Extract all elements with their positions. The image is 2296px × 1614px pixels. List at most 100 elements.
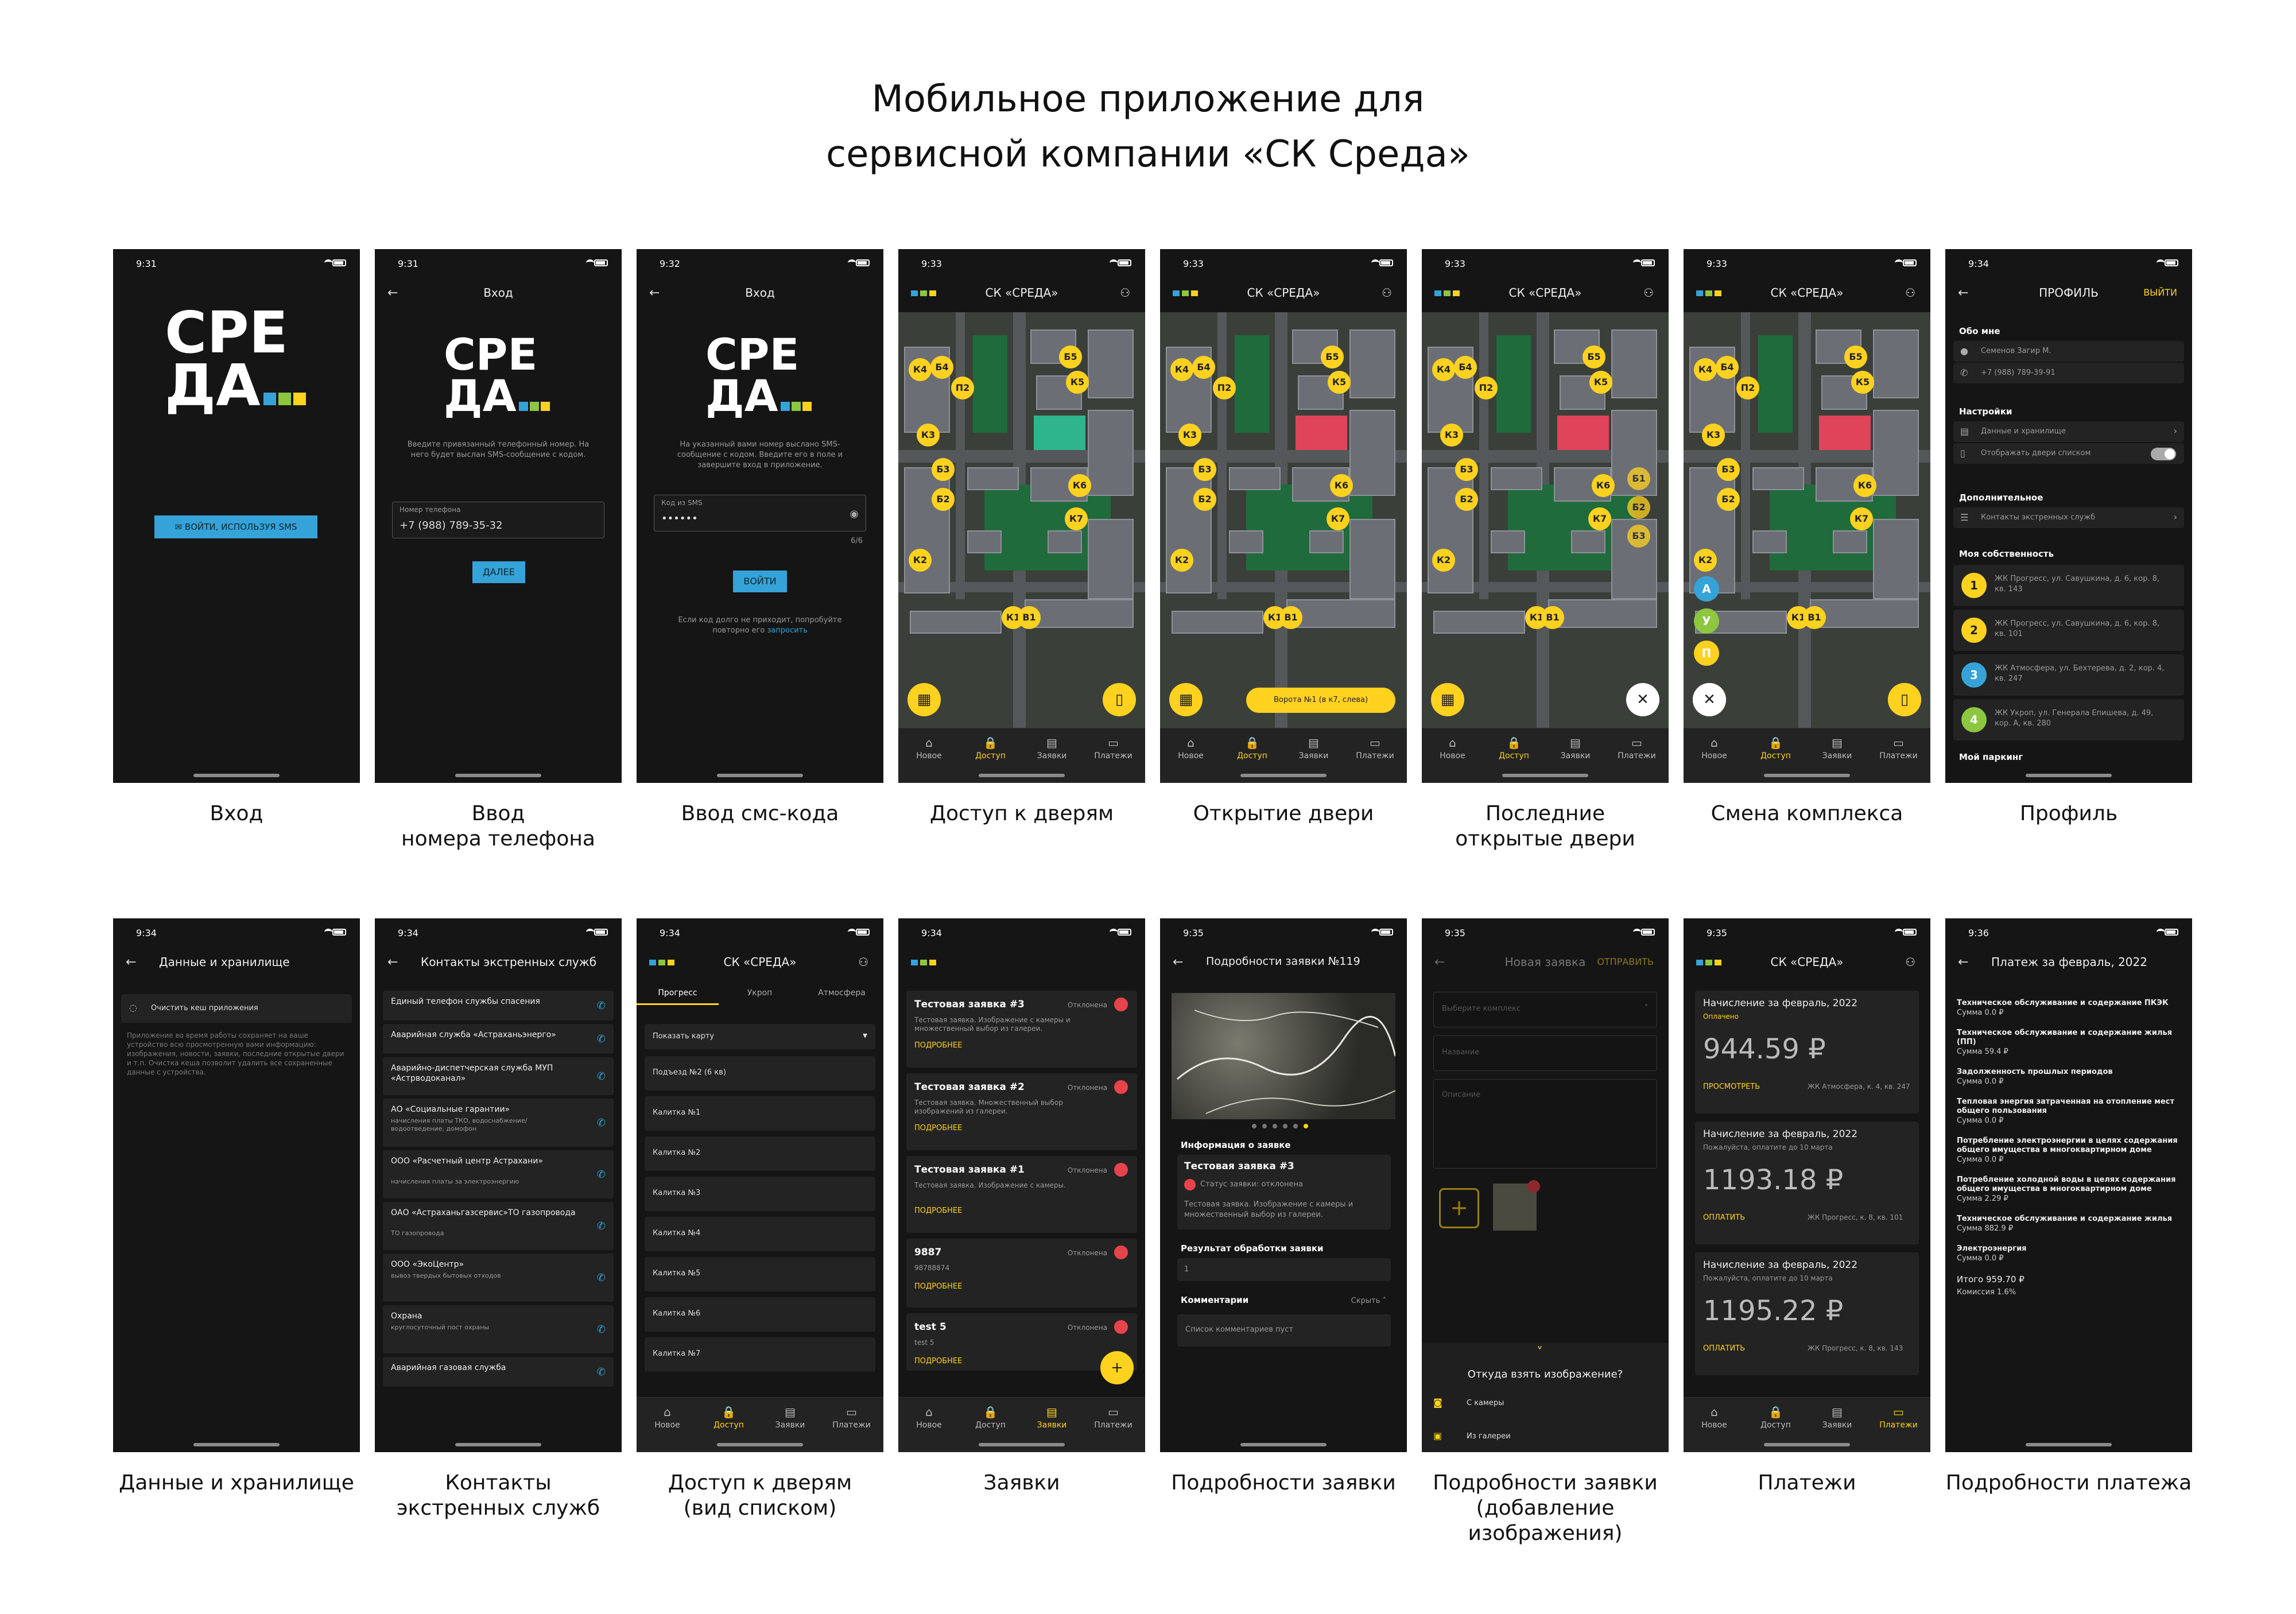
title-input[interactable]: Название [1433, 1035, 1657, 1071]
map-pin-К5[interactable]: К5 [1328, 371, 1351, 394]
add-photo-icon[interactable]: + [1439, 1188, 1479, 1228]
tab-0[interactable]: ⌂ Новое [637, 1405, 698, 1430]
eye-icon[interactable]: ◉ [850, 508, 859, 520]
phone-icon[interactable]: ✆ [597, 1033, 606, 1045]
aerial-map[interactable]: К4 Б4 П2 Б5 К5 К3 Б3 Б2 К6 К7 К2 К1 В1 [1684, 312, 1930, 730]
doors-list-toggle-row[interactable]: ▯ Отображать двери списком [1953, 443, 2184, 464]
sms-login-button[interactable]: ✉ ВОЙТИ, ИСПОЛЬЗУЯ SMS [154, 515, 317, 538]
user-pin-icon[interactable]: ⚇ [1905, 286, 1915, 300]
map-pin-К2[interactable]: К2 [1170, 549, 1193, 572]
request-card[interactable]: Тестовая заявка #2 Отклонена Тестовая заяв… [906, 1073, 1137, 1150]
more-link[interactable]: ПОДРОБНЕЕ [914, 1206, 962, 1215]
tab-2[interactable]: ▤ Заявки [759, 1405, 821, 1430]
map-pin-Б3[interactable]: Б3 [932, 458, 955, 481]
phone-icon[interactable]: ✆ [597, 1070, 606, 1083]
complex-option[interactable]: У [1694, 608, 1719, 634]
map-pin-Б4[interactable]: Б4 [930, 356, 953, 379]
door-item[interactable]: Калитка №3 [645, 1177, 875, 1211]
map-pin-Б3[interactable]: Б3 [1455, 458, 1478, 481]
property-item[interactable]: 3 ЖК Атмосфера, ул. Бехтерева, д. 2, кор.… [1953, 654, 2184, 696]
emergency-contacts-row[interactable]: ☰ Контакты экстренных служб › [1953, 507, 2184, 528]
contact-item[interactable]: Аварийная газовая служба ✆ [383, 1357, 614, 1387]
hide-comments-toggle[interactable]: Скрыть ˄ [1351, 1296, 1386, 1306]
door-item[interactable]: Калитка №2 [645, 1136, 875, 1171]
payment-action-button[interactable]: ОПЛАТИТЬ [1703, 1344, 1745, 1353]
more-link[interactable]: ПОДРОБНЕЕ [914, 1124, 962, 1132]
tab-0[interactable]: ⌂ Новое [1422, 735, 1483, 761]
map-pin-К3[interactable]: К3 [1440, 424, 1463, 447]
close-icon[interactable]: ✕ [1626, 683, 1659, 716]
payment-card[interactable]: Начисление за февраль, 2022 Оплачено 944.5… [1695, 991, 1919, 1113]
map-pin-К7[interactable]: К7 [1327, 507, 1349, 530]
map-pin-Б3[interactable]: Б3 [1193, 458, 1216, 481]
map-pin-Б2[interactable]: Б2 [1717, 488, 1740, 511]
contact-item[interactable]: АО «Социальные гарантии» начисления платы… [383, 1099, 614, 1147]
property-item[interactable]: 4 ЖК Укроп, ул. Генерала Епишева, д. 49, … [1953, 699, 2184, 740]
tab-3[interactable]: ▭ Платежи [1606, 735, 1667, 761]
map-pin-В1[interactable]: В1 [1018, 606, 1041, 629]
tab-1[interactable]: 🔒 Доступ [1483, 735, 1545, 761]
request-card[interactable]: Тестовая заявка #1 Отклонена Тестовая заяв… [906, 1156, 1137, 1233]
door-item[interactable]: Подъезд №2 (6 кв) [645, 1056, 875, 1091]
map-pin-К5[interactable]: К5 [1851, 371, 1874, 394]
map-pin-Б5[interactable]: Б5 [1844, 346, 1867, 368]
gate-chip[interactable]: Ворота №1 (в к7, слева) [1246, 688, 1395, 713]
map-pin-В1[interactable]: В1 [1541, 606, 1564, 629]
contact-item[interactable]: ООО «Расчетный центр Астрахани» начислени… [383, 1150, 614, 1198]
map-pin-К2[interactable]: К2 [1432, 549, 1455, 572]
contact-item[interactable]: Аварийно-диспетчерская служба МУП «Астрв… [383, 1057, 614, 1095]
map-pin-К7[interactable]: К7 [1588, 507, 1611, 530]
contact-item[interactable]: Аварийная служба «Астраханьэнерго» ✆ [383, 1024, 614, 1054]
map-pin-Б5[interactable]: Б5 [1583, 346, 1605, 368]
payment-card[interactable]: Начисление за февраль, 2022 Пожалуйста, о… [1695, 1252, 1919, 1375]
phone-icon[interactable]: ✆ [597, 1169, 606, 1181]
tab-2[interactable]: ▤ Заявки [1806, 735, 1868, 761]
phone-icon[interactable]: ✆ [597, 1117, 606, 1129]
tab-0[interactable]: ⌂ Новое [898, 735, 960, 761]
tab-1[interactable]: 🔒 Доступ [960, 1405, 1021, 1430]
request-card[interactable]: Тестовая заявка #3 Отклонена Тестовая заяв… [906, 991, 1137, 1068]
back-arrow-icon[interactable]: ← [387, 955, 398, 969]
map-pin-П2[interactable]: П2 [1736, 377, 1759, 399]
user-pin-icon[interactable]: ⚇ [1905, 955, 1915, 969]
map-pin-К6[interactable]: К6 [1853, 474, 1876, 497]
map-pin-К6[interactable]: К6 [1592, 474, 1615, 497]
complex-option[interactable]: П [1694, 641, 1719, 666]
send-button[interactable]: ОТПРАВИТЬ [1597, 956, 1654, 967]
tab-2[interactable]: ▤ Заявки [1806, 1405, 1868, 1430]
map-pin-Б5[interactable]: Б5 [1059, 346, 1082, 368]
map-pin-К3[interactable]: К3 [1702, 424, 1725, 447]
back-arrow-icon[interactable]: ← [1173, 955, 1183, 969]
data-storage-row[interactable]: ▤ Данные и хранилище › [1953, 421, 2184, 442]
map-pin-К3[interactable]: К3 [1178, 424, 1201, 447]
contact-item[interactable]: Единый телефон службы спасения ✆ [383, 991, 614, 1021]
map-pin-Б5[interactable]: Б5 [1321, 346, 1344, 368]
more-link[interactable]: ПОДРОБНЕЕ [914, 1282, 962, 1291]
building-icon[interactable]: ▦ [907, 683, 941, 716]
aerial-map[interactable]: К4 Б4 П2 Б5 К5 К3 Б3 Б2 К6 К7 К2 К1 В1 [1160, 312, 1407, 730]
map-pin-Б3[interactable]: Б3 [1717, 458, 1740, 481]
tab-2[interactable]: ▤ Заявки [1021, 1405, 1083, 1430]
phone-field[interactable]: Номер телефона +7 (988) 789-35-32 [392, 502, 604, 538]
phone-icon[interactable]: ✆ [597, 1366, 606, 1378]
map-pin-П2[interactable]: П2 [1475, 377, 1498, 399]
tab-0[interactable]: ⌂ Новое [1160, 735, 1221, 761]
contact-item[interactable]: ОАО «Астраханьгазсервис»ТО газопровода ТО… [383, 1202, 614, 1250]
tab-0[interactable]: ⌂ Новое [1684, 735, 1745, 761]
map-pin-К4[interactable]: К4 [1694, 358, 1717, 381]
user-pin-icon[interactable]: ⚇ [858, 955, 868, 969]
tab-1[interactable]: 🔒 Доступ [1221, 735, 1283, 761]
tab-1[interactable]: 🔒 Доступ [1745, 1405, 1806, 1430]
map-pin-Б2[interactable]: Б2 [1455, 488, 1478, 511]
map-pin-К6[interactable]: К6 [1068, 474, 1091, 497]
phone-icon[interactable]: ✆ [597, 1272, 606, 1284]
map-pin-Б4[interactable]: Б4 [1454, 356, 1477, 379]
contact-item[interactable]: ООО «ЭкоЦентр» вывоз твердых бытовых отхо… [383, 1254, 614, 1302]
property-item[interactable]: 2 ЖК Прогресс, ул. Савушкина, д. 6, кор. … [1953, 610, 2184, 651]
add-request-icon[interactable]: + [1100, 1351, 1134, 1384]
tab-0[interactable]: ⌂ Новое [898, 1405, 960, 1430]
recent-door-pin[interactable]: Б2 [1627, 496, 1650, 519]
close-icon[interactable]: ✕ [1693, 683, 1726, 716]
back-arrow-icon[interactable]: ← [1958, 955, 1968, 969]
door-item[interactable]: Калитка №5 [645, 1257, 875, 1291]
